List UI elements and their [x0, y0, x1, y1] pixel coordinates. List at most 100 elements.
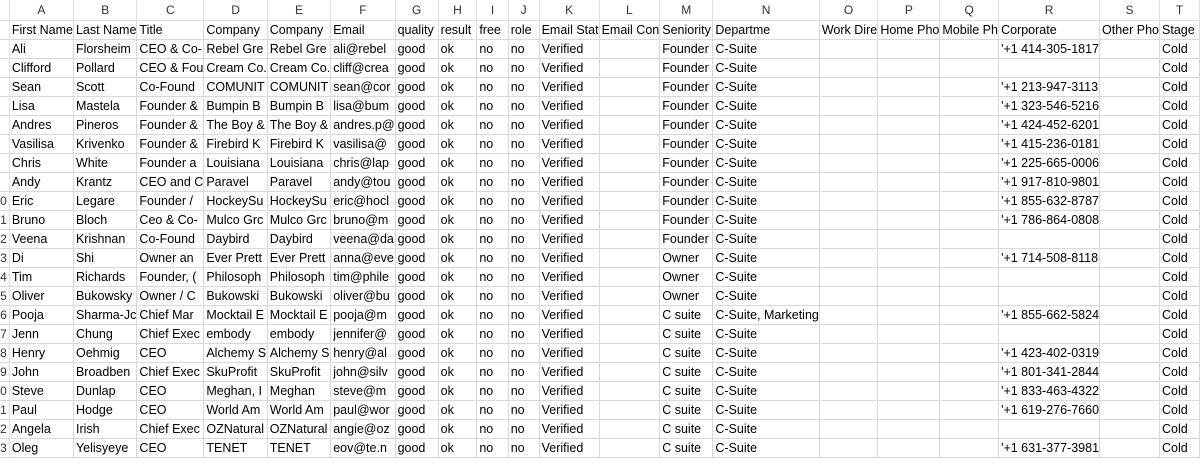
- row-number[interactable]: 8: [0, 343, 10, 363]
- cell-b[interactable]: Bukowsky: [73, 286, 138, 306]
- cell-p[interactable]: [877, 153, 941, 173]
- cell-c[interactable]: CEO: [136, 438, 205, 458]
- cell-o[interactable]: [819, 419, 879, 439]
- cell-d[interactable]: COMUNIT: [203, 77, 268, 97]
- cell-g[interactable]: good: [395, 381, 439, 401]
- cell-b[interactable]: Sharma-Jc: [73, 305, 138, 325]
- cell-j[interactable]: no: [508, 381, 540, 401]
- cell-m[interactable]: Founder: [659, 153, 714, 173]
- cell-b[interactable]: Scott: [73, 77, 138, 97]
- cell-f[interactable]: ali@rebel: [330, 39, 396, 59]
- cell-f[interactable]: cliff@crea: [330, 58, 396, 78]
- cell-d[interactable]: OZNatural: [203, 419, 268, 439]
- cell-a[interactable]: Chris: [9, 153, 74, 173]
- cell-h[interactable]: ok: [438, 362, 478, 382]
- column-header-d[interactable]: D: [203, 0, 268, 21]
- cell-h[interactable]: ok: [438, 419, 478, 439]
- cell-m[interactable]: Owner: [659, 267, 714, 287]
- cell-e[interactable]: Mulco Grc: [267, 210, 332, 230]
- cell-o[interactable]: [819, 248, 879, 268]
- cell-j[interactable]: no: [508, 191, 540, 211]
- cell-f[interactable]: tim@phile: [330, 267, 396, 287]
- cell-t[interactable]: Cold: [1159, 267, 1200, 287]
- cell-m[interactable]: C suite: [659, 362, 714, 382]
- cell-h[interactable]: ok: [438, 210, 478, 230]
- cell-j[interactable]: no: [508, 267, 540, 287]
- cell-f[interactable]: eric@hocl: [330, 191, 396, 211]
- cell-c[interactable]: Founder &: [136, 134, 205, 154]
- cell-b[interactable]: Richards: [73, 267, 138, 287]
- cell-e[interactable]: Firebird K: [267, 134, 332, 154]
- cell-s[interactable]: [1099, 77, 1161, 97]
- cell-o[interactable]: [819, 191, 879, 211]
- cell-i[interactable]: no: [476, 343, 509, 363]
- cell-q[interactable]: [939, 400, 1000, 420]
- cell-a[interactable]: Oliver: [9, 286, 74, 306]
- cell-r[interactable]: '+1 714-508-8118: [998, 248, 1101, 268]
- cell-k[interactable]: Verified: [539, 153, 600, 173]
- cell-a[interactable]: Di: [9, 248, 74, 268]
- header-cell-l[interactable]: Email Con: [599, 20, 661, 40]
- cell-l[interactable]: [599, 267, 661, 287]
- cell-n[interactable]: C-Suite: [712, 115, 820, 135]
- cell-b[interactable]: Oehmig: [73, 343, 138, 363]
- cell-n[interactable]: C-Suite: [712, 438, 820, 458]
- cell-c[interactable]: Founder &: [136, 96, 205, 116]
- cell-q[interactable]: [939, 229, 1000, 249]
- cell-t[interactable]: Cold: [1159, 343, 1200, 363]
- cell-g[interactable]: good: [395, 58, 439, 78]
- cell-l[interactable]: [599, 172, 661, 192]
- cell-c[interactable]: CEO: [136, 381, 205, 401]
- cell-t[interactable]: Cold: [1159, 172, 1200, 192]
- cell-d[interactable]: SkuProfit: [203, 362, 268, 382]
- header-cell-o[interactable]: Work Dire: [819, 20, 879, 40]
- cell-i[interactable]: no: [476, 58, 509, 78]
- cell-i[interactable]: no: [476, 400, 509, 420]
- cell-j[interactable]: no: [508, 153, 540, 173]
- cell-j[interactable]: no: [508, 210, 540, 230]
- cell-i[interactable]: no: [476, 153, 509, 173]
- header-cell-h[interactable]: result: [438, 20, 478, 40]
- row-number[interactable]: 1: [0, 400, 10, 420]
- cell-b[interactable]: Florsheim: [73, 39, 138, 59]
- cell-f[interactable]: sean@cor: [330, 77, 396, 97]
- cell-t[interactable]: Cold: [1159, 58, 1200, 78]
- cell-r[interactable]: '+1 225-665-0006: [998, 153, 1101, 173]
- cell-a[interactable]: Eric: [9, 191, 74, 211]
- cell-f[interactable]: veena@da: [330, 229, 396, 249]
- cell-d[interactable]: Bukowski: [203, 286, 268, 306]
- cell-n[interactable]: C-Suite: [712, 286, 820, 306]
- cell-q[interactable]: [939, 438, 1000, 458]
- cell-e[interactable]: Ever Prett: [267, 248, 332, 268]
- cell-d[interactable]: Daybird: [203, 229, 268, 249]
- cell-q[interactable]: [939, 210, 1000, 230]
- cell-m[interactable]: Founder: [659, 134, 714, 154]
- cell-q[interactable]: [939, 191, 1000, 211]
- cell-q[interactable]: [939, 77, 1000, 97]
- cell-t[interactable]: Cold: [1159, 438, 1200, 458]
- cell-i[interactable]: no: [476, 229, 509, 249]
- row-number[interactable]: 2: [0, 229, 10, 249]
- cell-a[interactable]: Steve: [9, 381, 74, 401]
- cell-o[interactable]: [819, 77, 879, 97]
- cell-h[interactable]: ok: [438, 77, 478, 97]
- row-number[interactable]: [0, 134, 10, 154]
- cell-t[interactable]: Cold: [1159, 381, 1200, 401]
- cell-t[interactable]: Cold: [1159, 77, 1200, 97]
- cell-s[interactable]: [1099, 191, 1161, 211]
- cell-p[interactable]: [877, 58, 941, 78]
- cell-i[interactable]: no: [476, 419, 509, 439]
- cell-r[interactable]: '+1 424-452-6201: [998, 115, 1101, 135]
- cell-o[interactable]: [819, 267, 879, 287]
- cell-s[interactable]: [1099, 324, 1161, 344]
- cell-o[interactable]: [819, 39, 879, 59]
- cell-g[interactable]: good: [395, 400, 439, 420]
- cell-a[interactable]: Veena: [9, 229, 74, 249]
- cell-s[interactable]: [1099, 343, 1161, 363]
- cell-b[interactable]: Yelisyeye: [73, 438, 138, 458]
- cell-b[interactable]: Krivenko: [73, 134, 138, 154]
- cell-p[interactable]: [877, 134, 941, 154]
- cell-r[interactable]: '+1 213-947-3113: [998, 77, 1101, 97]
- row-number[interactable]: [0, 115, 10, 135]
- cell-q[interactable]: [939, 172, 1000, 192]
